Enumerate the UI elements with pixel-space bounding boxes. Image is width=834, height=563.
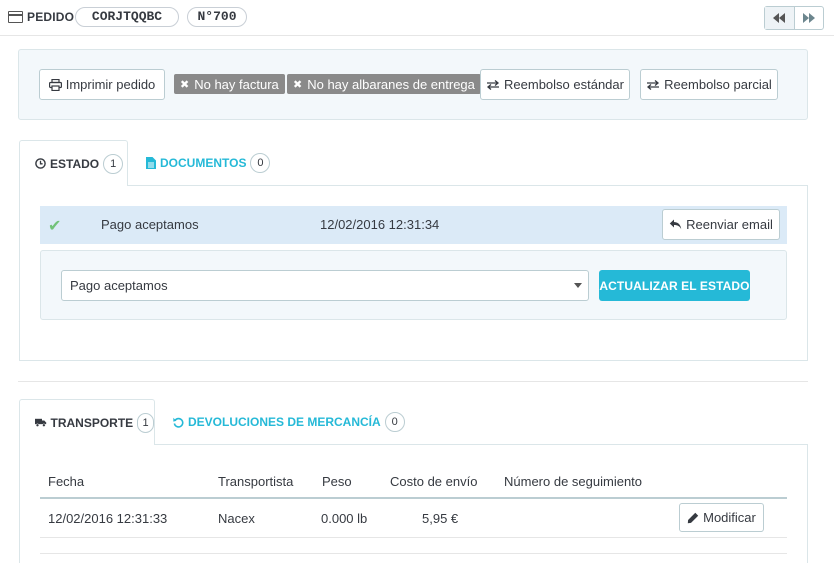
page-title: PEDIDO bbox=[27, 10, 75, 24]
chevron-down-icon bbox=[574, 283, 582, 288]
credit-card-icon bbox=[8, 11, 23, 23]
pencil-icon bbox=[687, 512, 699, 523]
tab-documents-count: 0 bbox=[250, 153, 271, 173]
order-header: PEDIDO CORJTQQBC N°700 bbox=[0, 0, 834, 36]
next-icon-2 bbox=[808, 13, 815, 23]
truck-icon bbox=[35, 418, 47, 427]
no-delivery-label: No hay albaranes de entrega bbox=[307, 76, 475, 92]
standard-refund-label: Reembolso estándar bbox=[504, 77, 624, 92]
order-actions-panel: Imprimir pedido ✖ No hay factura ✖ No ha… bbox=[18, 49, 808, 120]
reply-icon bbox=[669, 219, 682, 230]
close-icon: ✖ bbox=[180, 78, 190, 91]
tab-shipping[interactable]: TRANSPORTE 1 bbox=[19, 399, 155, 445]
shipping-cost-cell: 5,95 € bbox=[422, 511, 459, 526]
document-icon bbox=[146, 157, 156, 169]
modify-shipping-button[interactable]: Modificar bbox=[679, 503, 764, 532]
no-delivery-badge: ✖ No hay albaranes de entrega bbox=[287, 74, 481, 94]
column-header-weight: Peso bbox=[322, 474, 352, 489]
standard-refund-button[interactable]: Reembolso estándar bbox=[480, 69, 630, 100]
status-name: Pago aceptamos bbox=[101, 217, 199, 232]
order-status-select-value: Pago aceptamos bbox=[70, 278, 168, 293]
tab-shipping-label: TRANSPORTE bbox=[50, 415, 134, 430]
previous-icon-2 bbox=[779, 13, 786, 23]
column-header-carrier: Transportista bbox=[218, 474, 294, 489]
column-header-shipping-cost: Costo de envío bbox=[390, 474, 478, 489]
table-row-border bbox=[40, 537, 787, 538]
shipping-carrier-cell: Nacex bbox=[218, 511, 255, 526]
status-date: 12/02/2016 12:31:34 bbox=[320, 217, 440, 232]
print-order-button[interactable]: Imprimir pedido bbox=[39, 69, 165, 100]
partial-refund-label: Reembolso parcial bbox=[664, 77, 772, 92]
exchange-icon bbox=[487, 79, 500, 90]
order-navigation bbox=[764, 6, 824, 30]
table-header-border bbox=[40, 497, 787, 499]
tab-documents-label: DOCUMENTOS bbox=[160, 156, 247, 170]
tab-merchandise-returns-count: 0 bbox=[384, 412, 405, 432]
tab-merchandise-returns[interactable]: DEVOLUCIONES DE MERCANCÍA 0 bbox=[173, 412, 405, 432]
clock-icon bbox=[35, 158, 46, 169]
next-order-button[interactable] bbox=[795, 7, 824, 29]
no-invoice-label: No hay factura bbox=[194, 76, 279, 92]
undo-icon bbox=[173, 417, 184, 428]
shipping-weight-cell: 0.000 lb bbox=[321, 511, 368, 526]
tab-documents[interactable]: DOCUMENTOS 0 bbox=[146, 153, 271, 173]
partial-refund-button[interactable]: Reembolso parcial bbox=[640, 69, 778, 100]
tab-status-label: ESTADO bbox=[50, 156, 100, 171]
tab-status-count: 1 bbox=[103, 153, 124, 174]
tab-shipping-count: 1 bbox=[137, 412, 154, 433]
section-divider bbox=[18, 381, 808, 382]
modify-shipping-label: Modificar bbox=[703, 510, 756, 525]
previous-order-button[interactable] bbox=[765, 7, 795, 29]
table-row-border-2 bbox=[40, 553, 787, 554]
shipping-date-cell: 12/02/2016 12:31:33 bbox=[48, 511, 168, 526]
close-icon: ✖ bbox=[293, 78, 303, 91]
order-status-select[interactable]: Pago aceptamos bbox=[61, 270, 589, 301]
order-reference-badge: CORJTQQBC bbox=[75, 7, 179, 27]
column-header-date: Fecha bbox=[48, 474, 85, 489]
column-header-tracking-number: Número de seguimiento bbox=[504, 474, 643, 489]
tab-status[interactable]: ESTADO 1 bbox=[19, 140, 128, 186]
check-icon: ✔ bbox=[48, 218, 62, 235]
printer-icon bbox=[48, 78, 62, 91]
resend-email-label: Reenviar email bbox=[686, 217, 773, 232]
exchange-icon bbox=[647, 79, 660, 90]
no-invoice-badge: ✖ No hay factura bbox=[174, 74, 285, 94]
order-number-badge: N°700 bbox=[187, 7, 247, 27]
status-update-form: Pago aceptamos ACTUALIZAR EL ESTADO bbox=[40, 250, 787, 320]
update-status-button[interactable]: ACTUALIZAR EL ESTADO bbox=[599, 270, 750, 301]
resend-email-button[interactable]: Reenviar email bbox=[662, 209, 780, 240]
tab-merchandise-returns-label: DEVOLUCIONES DE MERCANCÍA bbox=[188, 415, 381, 429]
status-history-row: ✔ Pago aceptamos 12/02/2016 12:31:34 Ree… bbox=[40, 206, 787, 244]
print-order-label: Imprimir pedido bbox=[65, 77, 156, 92]
